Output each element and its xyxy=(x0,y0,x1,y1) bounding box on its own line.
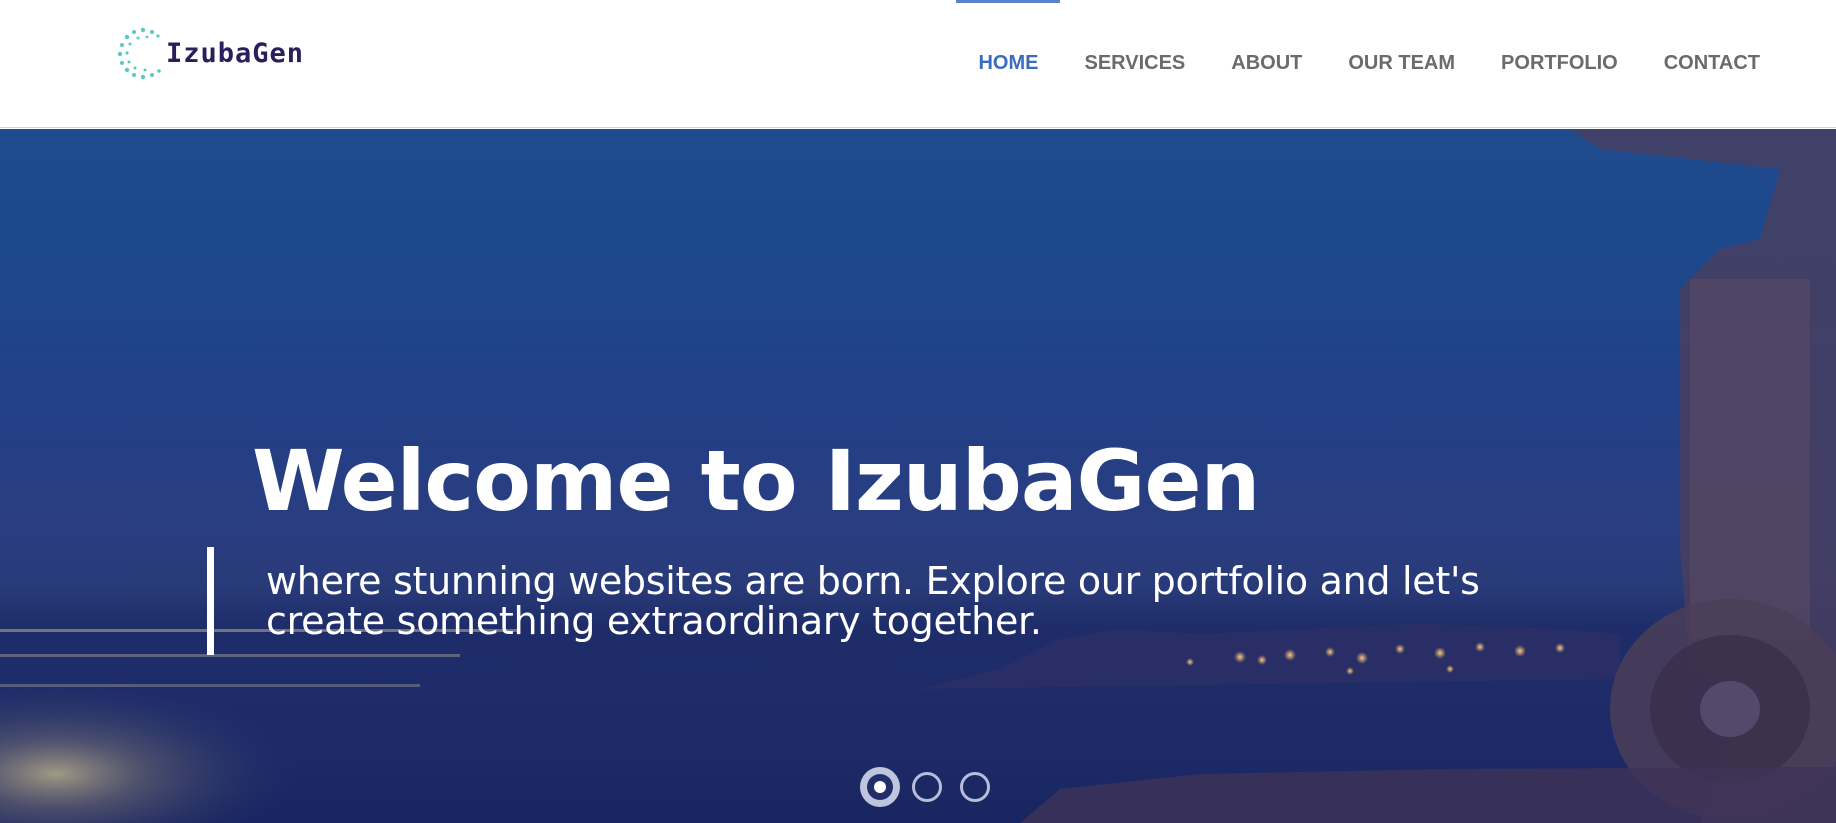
logo[interactable]: IzubaGen xyxy=(116,24,304,82)
nav-services[interactable]: SERVICES xyxy=(1084,52,1185,75)
hero-slider: Welcome to IzubaGen where stunning websi… xyxy=(0,129,1836,823)
nav-portfolio[interactable]: PORTFOLIO xyxy=(1501,52,1618,75)
logo-dots-icon xyxy=(117,27,161,80)
slide-dot-2[interactable] xyxy=(912,772,942,802)
slide-dot-3[interactable] xyxy=(960,772,990,802)
nav-about[interactable]: ABOUT xyxy=(1231,52,1302,75)
nav-our-team[interactable]: OUR TEAM xyxy=(1348,52,1455,75)
hero-title: Welcome to IzubaGen xyxy=(252,432,1260,530)
site-header: IzubaGen HOME SERVICES ABOUT OUR TEAM PO… xyxy=(0,0,1836,128)
hero-blockquote: where stunning websites are born. Explor… xyxy=(207,547,1547,655)
main-nav: HOME SERVICES ABOUT OUR TEAM PORTFOLIO C… xyxy=(932,0,1760,75)
nav-contact[interactable]: CONTACT xyxy=(1664,52,1760,75)
hero-subtitle: where stunning websites are born. Explor… xyxy=(266,559,1480,643)
nav-home[interactable]: HOME xyxy=(956,0,1061,75)
slider-pagination xyxy=(860,767,1008,807)
logo-wordmark: IzubaGen xyxy=(166,37,305,69)
slide-dot-1[interactable] xyxy=(860,767,900,807)
